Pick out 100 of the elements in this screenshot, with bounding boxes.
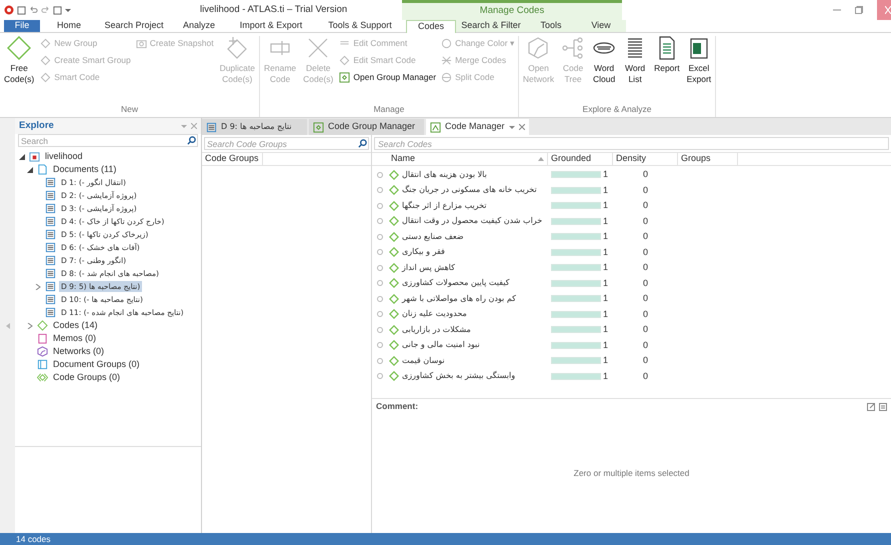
code-name: فقر و بیکاری	[402, 246, 445, 258]
code-name: کم بودن راه های مواصلاتی با شهر	[402, 292, 516, 305]
ribbon-tab[interactable]: Tools	[526, 20, 576, 32]
tree-item[interactable]: Code Groups (0)	[51, 370, 122, 384]
density-value: 0	[642, 323, 649, 336]
diamond-icon	[40, 55, 52, 66]
document-icon	[206, 122, 217, 132]
density-value: 0	[642, 308, 649, 320]
code-name: کیفیت پایین محصولات کشاورزی	[402, 277, 510, 290]
document-tab[interactable]: Code Group Manager	[309, 119, 424, 135]
density-value: 0	[642, 261, 649, 274]
code-name: بالا بودن هزینه های انتقال	[402, 168, 487, 181]
close-button[interactable]	[877, 0, 891, 20]
diamond-icon	[40, 38, 52, 49]
search-field[interactable]: Search	[18, 134, 198, 147]
tree-item[interactable]: Memos (0)	[51, 332, 98, 346]
app-logo-icon	[4, 5, 14, 15]
expanded-caret-icon[interactable]	[19, 154, 25, 160]
document-icon	[45, 268, 56, 279]
ribbon-tab[interactable]: Codes	[406, 20, 456, 33]
ribbon-tab[interactable]: Search & Filter	[456, 20, 526, 32]
grounded-count: 1	[603, 261, 608, 274]
code-group-icon	[37, 372, 48, 383]
diamond-icon	[389, 170, 399, 180]
tree-item[interactable]: livelihood	[43, 150, 85, 164]
density-value: 0	[642, 184, 649, 196]
grounded-count: 1	[603, 246, 608, 258]
close-icon[interactable]	[191, 123, 197, 129]
grounded-count: 1	[603, 292, 608, 305]
ribbon-tab[interactable]: Analyze	[170, 20, 228, 32]
document-tab[interactable]: Code Manager	[426, 119, 529, 135]
ribbon-button[interactable]: Word Cloud	[591, 36, 618, 85]
density-value: 0	[642, 246, 649, 258]
window-title: livelihood - ATLAS.ti – Trial Version	[200, 2, 348, 17]
document-icon	[37, 164, 48, 175]
ribbon-button[interactable]: Word List	[622, 36, 648, 85]
search-icon[interactable]	[358, 139, 367, 148]
diamond-icon	[7, 36, 32, 60]
circle-icon	[377, 326, 383, 333]
column-header[interactable]: Grounded	[548, 153, 613, 165]
code-name: مشکلات در بازاریابی	[402, 324, 471, 336]
ribbon-button[interactable]: Open Group Manager	[339, 70, 436, 85]
empty-selection-message: Zero or multiple items selected	[574, 467, 690, 480]
ribbon-tab[interactable]: Home	[40, 20, 98, 32]
ribbon-group-label: Explore & Analyze	[582, 103, 653, 116]
file-menu-tab[interactable]: File	[4, 20, 40, 32]
density-value: 0	[642, 230, 649, 243]
diamond-icon	[389, 185, 399, 196]
tree-item[interactable]: Codes (14)	[51, 318, 100, 332]
restore-icon[interactable]	[855, 6, 863, 14]
code-name: کاهش پس انداز	[402, 262, 455, 274]
diamond-icon	[40, 72, 52, 83]
search-field[interactable]: Search Codes	[374, 137, 889, 150]
ribbon-button[interactable]: Free Code(s)	[3, 36, 36, 85]
document-icon	[45, 177, 56, 188]
project-icon	[29, 151, 40, 162]
ribbon-tab[interactable]: View	[576, 20, 626, 32]
camera-icon	[136, 38, 147, 49]
search-icon[interactable]	[187, 136, 196, 145]
ribbon-group-label: Manage	[372, 103, 406, 116]
column-header[interactable]: Density	[613, 153, 678, 165]
tree-item[interactable]: Document Groups (0)	[51, 358, 142, 372]
ribbon-button[interactable]: Report	[653, 36, 681, 74]
grounded-count: 1	[603, 308, 608, 320]
group-manager-icon	[313, 122, 324, 132]
column-header[interactable]: Groups	[678, 153, 738, 165]
collapsed-caret-icon[interactable]	[27, 322, 33, 328]
split-icon	[441, 72, 452, 83]
code-name: تخریب خانه های مسکونی در جریان جنگ	[402, 184, 537, 196]
dropdown-icon[interactable]	[508, 124, 515, 130]
undo-icon[interactable]	[29, 6, 38, 14]
window-icon[interactable]	[53, 6, 62, 14]
ribbon-tab[interactable]: Search Project	[98, 20, 170, 32]
circle-icon	[377, 280, 383, 286]
document-tab[interactable]: D 9: نتایج مصاحبه ها	[202, 119, 307, 135]
grounded-count: 1	[603, 323, 608, 336]
circle-icon	[377, 234, 383, 240]
close-icon[interactable]	[518, 124, 525, 130]
tree-item[interactable]: Documents (11)	[51, 162, 118, 176]
save-icon[interactable]	[17, 6, 26, 14]
redo-icon[interactable]	[41, 6, 50, 14]
search-field[interactable]: Search Code Groups	[204, 137, 369, 150]
column-header[interactable]: Code Groups	[202, 153, 263, 165]
ribbon-tab[interactable]: Tools & Support	[314, 20, 406, 32]
document-icon	[45, 294, 56, 305]
memo-icon	[37, 333, 48, 344]
network-icon	[526, 36, 550, 60]
tree-item[interactable]: Networks (0)	[51, 344, 106, 358]
dropdown-icon[interactable]	[65, 7, 71, 13]
ribbon-button[interactable]: Excel Export	[686, 36, 712, 85]
density-value: 0	[642, 199, 649, 212]
diamond-icon	[389, 324, 399, 335]
diamond-icon	[389, 216, 399, 226]
expanded-caret-icon[interactable]	[27, 166, 33, 172]
document-icon[interactable]	[879, 402, 887, 410]
grounded-count: 1	[603, 230, 608, 243]
column-header[interactable]: Name	[388, 153, 548, 165]
external-link-icon[interactable]	[867, 402, 875, 410]
ribbon-tab[interactable]: Import & Export	[228, 20, 314, 32]
collapsed-caret-icon[interactable]	[35, 284, 41, 290]
